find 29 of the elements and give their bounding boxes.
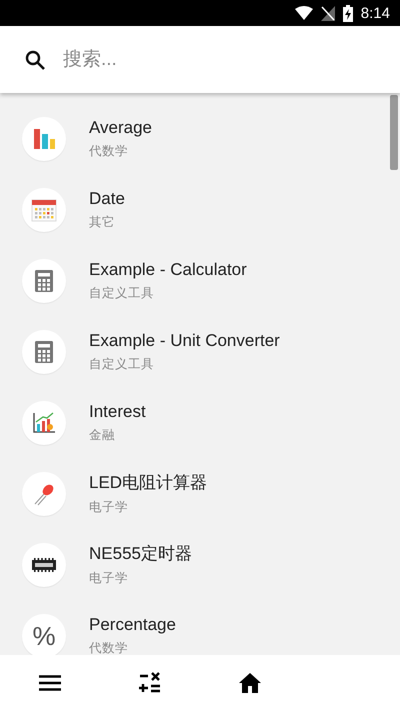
- home-icon[interactable]: [239, 673, 261, 693]
- no-signal-icon: [320, 6, 335, 20]
- scrollbar[interactable]: [390, 95, 398, 170]
- calculator-operations-icon[interactable]: [139, 672, 161, 694]
- tool-category: 其它: [89, 214, 116, 230]
- tool-category: 自定义工具: [89, 284, 155, 302]
- tool-category: 代数学: [89, 640, 129, 655]
- tool-category: 金融: [89, 426, 116, 444]
- wifi-icon: [294, 6, 313, 20]
- tool-category: 电子学: [89, 570, 129, 587]
- search-icon[interactable]: [25, 50, 45, 70]
- tool-title[interactable]: Example - Unit Converter: [89, 330, 280, 350]
- menu-icon[interactable]: [39, 675, 61, 691]
- growth-chart-icon: [31, 410, 57, 436]
- clock-time: 8:14: [360, 4, 390, 22]
- search-field[interactable]: 搜索...: [0, 26, 400, 93]
- tool-title[interactable]: LED电阻计算器: [89, 471, 208, 494]
- percent-icon: %: [32, 622, 56, 648]
- battery-charging-icon: [342, 4, 353, 22]
- tool-category: 自定义工具: [89, 356, 155, 372]
- tool-category: 电子学: [89, 499, 129, 516]
- tool-title[interactable]: NE555定时器: [89, 542, 192, 565]
- tool-title[interactable]: Interest: [89, 402, 146, 422]
- tool-title[interactable]: Percentage: [89, 614, 176, 634]
- tool-title[interactable]: Example - Calculator: [89, 260, 247, 280]
- tool-title[interactable]: Date: [89, 188, 125, 208]
- tool-title[interactable]: Average: [89, 118, 152, 138]
- calendar-icon: [31, 196, 57, 222]
- tool-category: 代数学: [89, 142, 129, 160]
